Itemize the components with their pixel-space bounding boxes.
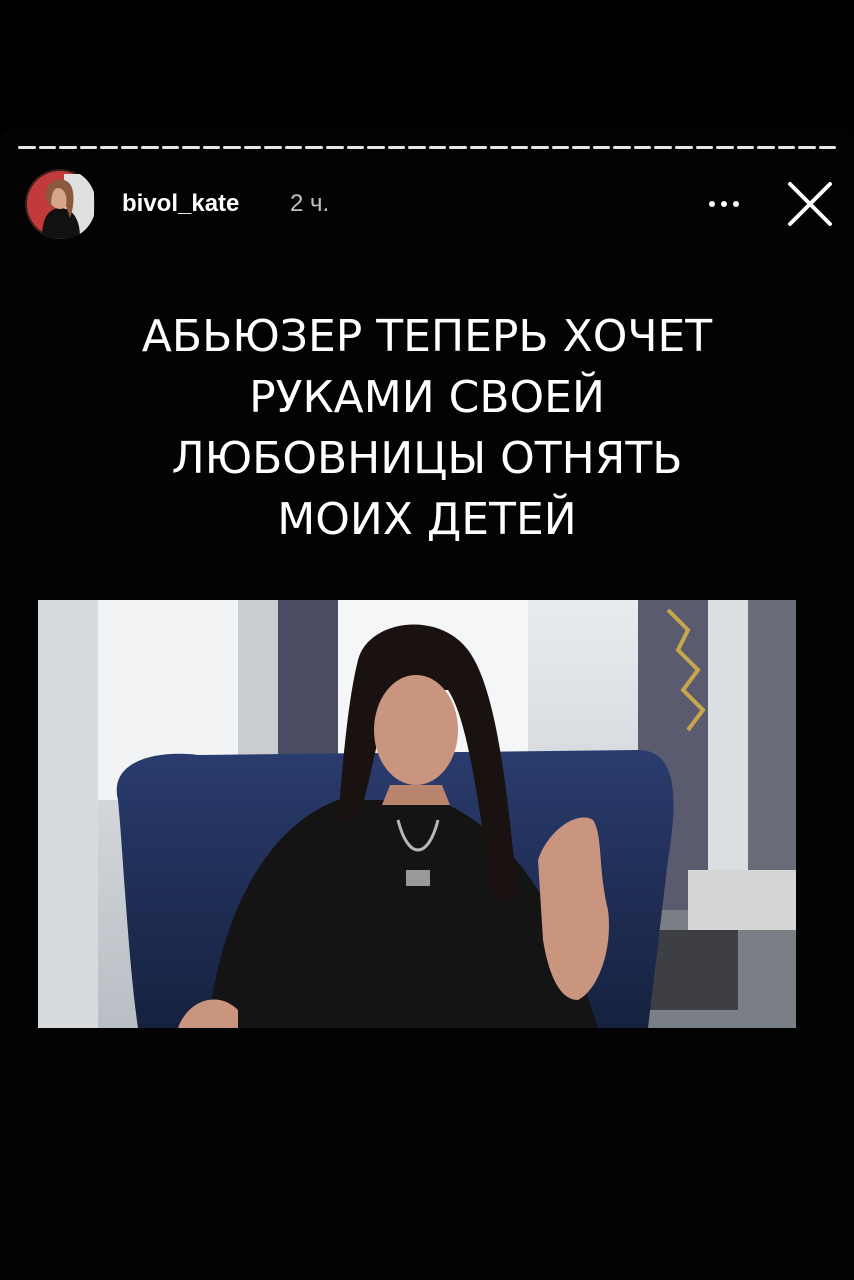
progress-segment: [551, 146, 570, 149]
close-button[interactable]: [782, 176, 838, 232]
progress-segment: [387, 146, 406, 149]
progress-segment: [695, 146, 714, 149]
progress-segment: [79, 146, 98, 149]
progress-segment: [818, 146, 837, 149]
caption-line: ЛЮБОВНИЦЫ ОТНЯТЬ: [171, 433, 683, 484]
avatar-image: [25, 169, 95, 239]
progress-segment: [531, 146, 549, 149]
progress-segment: [408, 146, 426, 149]
progress-segment: [633, 146, 652, 149]
progress-segment: [38, 146, 57, 149]
progress-segment: [469, 146, 488, 149]
close-icon: [788, 182, 832, 226]
caption-line: РУКАМИ СВОЕЙ: [249, 372, 605, 423]
progress-segment: [798, 146, 816, 149]
progress-segment: [428, 146, 447, 149]
status-area: [0, 0, 854, 120]
progress-segment: [613, 146, 631, 149]
username[interactable]: bivol_kate: [122, 190, 239, 218]
progress-segment: [654, 146, 672, 149]
caption-line: АБЬЮЗЕР ТЕПЕРЬ ХОЧЕТ: [141, 311, 713, 362]
progress-segment: [346, 146, 365, 149]
caption-line: МОИХ ДЕТЕЙ: [277, 494, 577, 545]
progress-segment: [59, 146, 77, 149]
story-progress-bar: [18, 146, 837, 150]
more-horizontal-icon: [709, 201, 739, 207]
video-still-image: [38, 600, 796, 1028]
story-caption: АБЬЮЗЕР ТЕПЕРЬ ХОЧЕТ РУКАМИ СВОЕЙ ЛЮБОВН…: [80, 306, 774, 550]
progress-segment: [284, 146, 303, 149]
progress-segment: [367, 146, 385, 149]
progress-segment: [100, 146, 118, 149]
progress-segment: [243, 146, 262, 149]
more-options-button[interactable]: [696, 182, 752, 226]
progress-segment: [18, 146, 36, 149]
progress-segment: [675, 146, 693, 149]
progress-segment: [592, 146, 611, 149]
progress-segment: [305, 146, 323, 149]
progress-segment: [223, 146, 241, 149]
progress-segment: [264, 146, 282, 149]
progress-segment: [325, 146, 344, 149]
progress-segment: [141, 146, 159, 149]
story-header: bivol_kate 2 ч.: [24, 168, 838, 240]
progress-segment: [716, 146, 734, 149]
progress-segment: [736, 146, 755, 149]
progress-segment: [777, 146, 796, 149]
progress-segment: [202, 146, 221, 149]
progress-segment: [120, 146, 139, 149]
avatar[interactable]: [24, 168, 96, 240]
progress-segment: [490, 146, 508, 149]
story-timestamp: 2 ч.: [290, 190, 330, 217]
progress-segment: [510, 146, 529, 149]
story-viewer[interactable]: bivol_kate 2 ч. АБЬЮЗЕР ТЕПЕРЬ ХОЧЕТ РУК…: [0, 128, 854, 1280]
progress-segment: [161, 146, 180, 149]
progress-segment: [757, 146, 775, 149]
progress-segment: [572, 146, 590, 149]
video-frame[interactable]: [38, 600, 796, 1028]
progress-segment: [182, 146, 200, 149]
progress-segment: [449, 146, 467, 149]
